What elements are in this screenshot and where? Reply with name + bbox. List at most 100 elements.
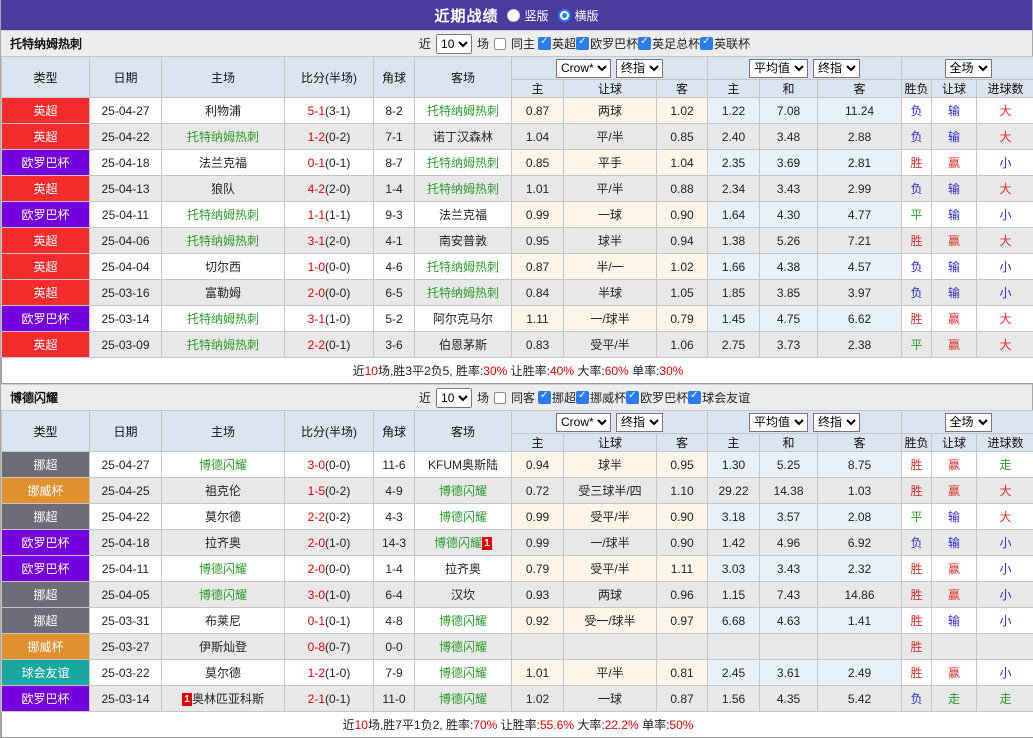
league-filter[interactable]: 英足总杯 (638, 35, 700, 52)
league-filter[interactable]: 英联杯 (700, 35, 750, 52)
odds-source-select[interactable]: Crow* (556, 59, 611, 78)
away-team-cell[interactable]: 博德闪耀1 (415, 530, 512, 556)
league-filter[interactable]: 挪威杯 (576, 389, 626, 406)
handicap-result-cell: 输 (932, 608, 977, 634)
away-team-cell[interactable]: 诺丁汉森林 (415, 124, 512, 150)
winloss-result-cell: 胜 (902, 228, 932, 254)
same-venue-label: 同客 (511, 389, 535, 406)
match-row: 欧罗巴杯 25-04-18 拉齐奥 2-0(1-0) 14-3 博德闪耀1 0.… (2, 530, 1033, 556)
final-odds-select[interactable]: 终指 (616, 59, 663, 78)
league-filter[interactable]: 球会友谊 (688, 389, 750, 406)
home-team-cell[interactable]: 托特纳姆热刺 (162, 124, 285, 150)
home-team-cell[interactable]: 1奥林匹亚科斯 (162, 686, 285, 712)
final-odds-select-2[interactable]: 终指 (813, 59, 860, 78)
handicap-cell: 受一/球半 (564, 608, 657, 634)
home-team-cell[interactable]: 伊斯灿登 (162, 634, 285, 660)
league-badge: 欧罗巴杯 (2, 306, 90, 332)
league-filters: 英超 欧罗巴杯 英足总杯 英联杯 (538, 35, 750, 52)
odds-source-select[interactable]: Crow* (556, 413, 611, 432)
away-team-cell[interactable]: 博德闪耀 (415, 634, 512, 660)
league-label: 欧罗巴杯 (640, 389, 688, 406)
handicap-cell: 受平/半 (564, 332, 657, 358)
home-team-cell[interactable]: 托特纳姆热刺 (162, 228, 285, 254)
same-venue-checkbox[interactable] (494, 392, 506, 404)
home-team-cell[interactable]: 布莱尼 (162, 608, 285, 634)
same-venue-checkbox[interactable] (494, 38, 506, 50)
home-team-cell[interactable]: 利物浦 (162, 98, 285, 124)
home-team-cell[interactable]: 莫尔德 (162, 504, 285, 530)
league-filter[interactable]: 欧罗巴杯 (626, 389, 688, 406)
home-team-cell[interactable]: 狼队 (162, 176, 285, 202)
col-header-corner: 角球 (374, 57, 415, 98)
home-team-cell[interactable]: 富勒姆 (162, 280, 285, 306)
section-filter-row: 博德闪耀 近 10 场 同客 挪超 挪威杯 欧罗巴杯 球会友谊 (1, 384, 1032, 410)
away-team-cell[interactable]: 南安普敦 (415, 228, 512, 254)
home-team-cell[interactable]: 托特纳姆热刺 (162, 306, 285, 332)
avg-away-cell: 1.03 (818, 478, 902, 504)
col-header-type: 类型 (2, 411, 90, 452)
away-team-cell[interactable]: 阿尔克马尔 (415, 306, 512, 332)
final-odds-select[interactable]: 终指 (616, 413, 663, 432)
league-filter[interactable]: 挪超 (538, 389, 576, 406)
full-match-select[interactable]: 全场 (945, 413, 992, 432)
away-team-cell[interactable]: 博德闪耀 (415, 608, 512, 634)
average-select[interactable]: 平均值 (749, 413, 808, 432)
handicap-result-cell: 赢 (932, 306, 977, 332)
away-team-cell[interactable]: 伯恩茅斯 (415, 332, 512, 358)
away-team-cell[interactable]: 托特纳姆热刺 (415, 176, 512, 202)
away-team-cell[interactable]: 博德闪耀 (415, 504, 512, 530)
match-row: 英超 25-03-16 富勒姆 2-0(0-0) 6-5 托特纳姆热刺 0.84… (2, 280, 1033, 306)
away-team-cell[interactable]: 博德闪耀 (415, 686, 512, 712)
away-team-cell[interactable]: 博德闪耀 (415, 478, 512, 504)
home-team-cell[interactable]: 莫尔德 (162, 660, 285, 686)
radio-vertical-label: 竖版 (524, 7, 548, 24)
home-team-cell[interactable]: 切尔西 (162, 254, 285, 280)
avg-home-cell: 2.45 (708, 660, 760, 686)
sub-header-avg-away: 客 (818, 434, 902, 452)
layout-option-vertical[interactable]: 竖版 (507, 7, 548, 24)
league-badge: 英超 (2, 228, 90, 254)
full-match-select[interactable]: 全场 (945, 59, 992, 78)
match-count-select[interactable]: 10 (436, 34, 472, 54)
date-cell: 25-04-22 (90, 504, 162, 530)
away-team-cell[interactable]: 托特纳姆热刺 (415, 98, 512, 124)
home-team-cell[interactable]: 博德闪耀 (162, 582, 285, 608)
layout-option-horizontal[interactable]: 横版 (558, 7, 599, 24)
home-team-cell[interactable]: 博德闪耀 (162, 452, 285, 478)
away-team-cell[interactable]: 法兰克福 (415, 202, 512, 228)
home-team-cell[interactable]: 祖克伦 (162, 478, 285, 504)
average-select[interactable]: 平均值 (749, 59, 808, 78)
score-cell: 3-1(2-0) (285, 228, 374, 254)
avg-away-cell: 14.86 (818, 582, 902, 608)
away-team-cell[interactable]: 拉齐奥 (415, 556, 512, 582)
home-team-cell[interactable]: 托特纳姆热刺 (162, 332, 285, 358)
home-team-cell[interactable]: 法兰克福 (162, 150, 285, 176)
winloss-result-cell: 胜 (902, 634, 932, 660)
home-odds-cell: 0.92 (512, 608, 564, 634)
away-team-cell[interactable]: 汉坎 (415, 582, 512, 608)
home-team-cell[interactable]: 托特纳姆热刺 (162, 202, 285, 228)
goals-result-cell: 小 (977, 280, 1033, 306)
away-team-cell[interactable]: 托特纳姆热刺 (415, 254, 512, 280)
avg-draw-cell: 5.26 (760, 228, 818, 254)
away-team-cell[interactable]: 托特纳姆热刺 (415, 150, 512, 176)
final-odds-select-2[interactable]: 终指 (813, 413, 860, 432)
away-team-cell[interactable]: KFUM奥斯陆 (415, 452, 512, 478)
away-team-cell[interactable]: 博德闪耀 (415, 660, 512, 686)
winloss-result-cell: 负 (902, 176, 932, 202)
handicap-result-cell: 输 (932, 530, 977, 556)
league-checkbox-icon (576, 391, 589, 404)
league-filter[interactable]: 欧罗巴杯 (576, 35, 638, 52)
league-checkbox-icon (626, 391, 639, 404)
team-section: 托特纳姆热刺 近 10 场 同主 英超 欧罗巴杯 英足总杯 英联杯 (1, 30, 1032, 384)
score-cell: 2-2(0-2) (285, 504, 374, 530)
match-count-select[interactable]: 10 (436, 388, 472, 408)
home-team-cell[interactable]: 拉齐奥 (162, 530, 285, 556)
odds-source-group: Crow* 终指 (512, 411, 708, 434)
away-team-cell[interactable]: 托特纳姆热刺 (415, 280, 512, 306)
sub-header-handicap-result: 让球 (932, 80, 977, 98)
home-team-cell[interactable]: 博德闪耀 (162, 556, 285, 582)
handicap-cell: 一球 (564, 202, 657, 228)
league-filter[interactable]: 英超 (538, 35, 576, 52)
league-filters: 挪超 挪威杯 欧罗巴杯 球会友谊 (538, 389, 750, 406)
